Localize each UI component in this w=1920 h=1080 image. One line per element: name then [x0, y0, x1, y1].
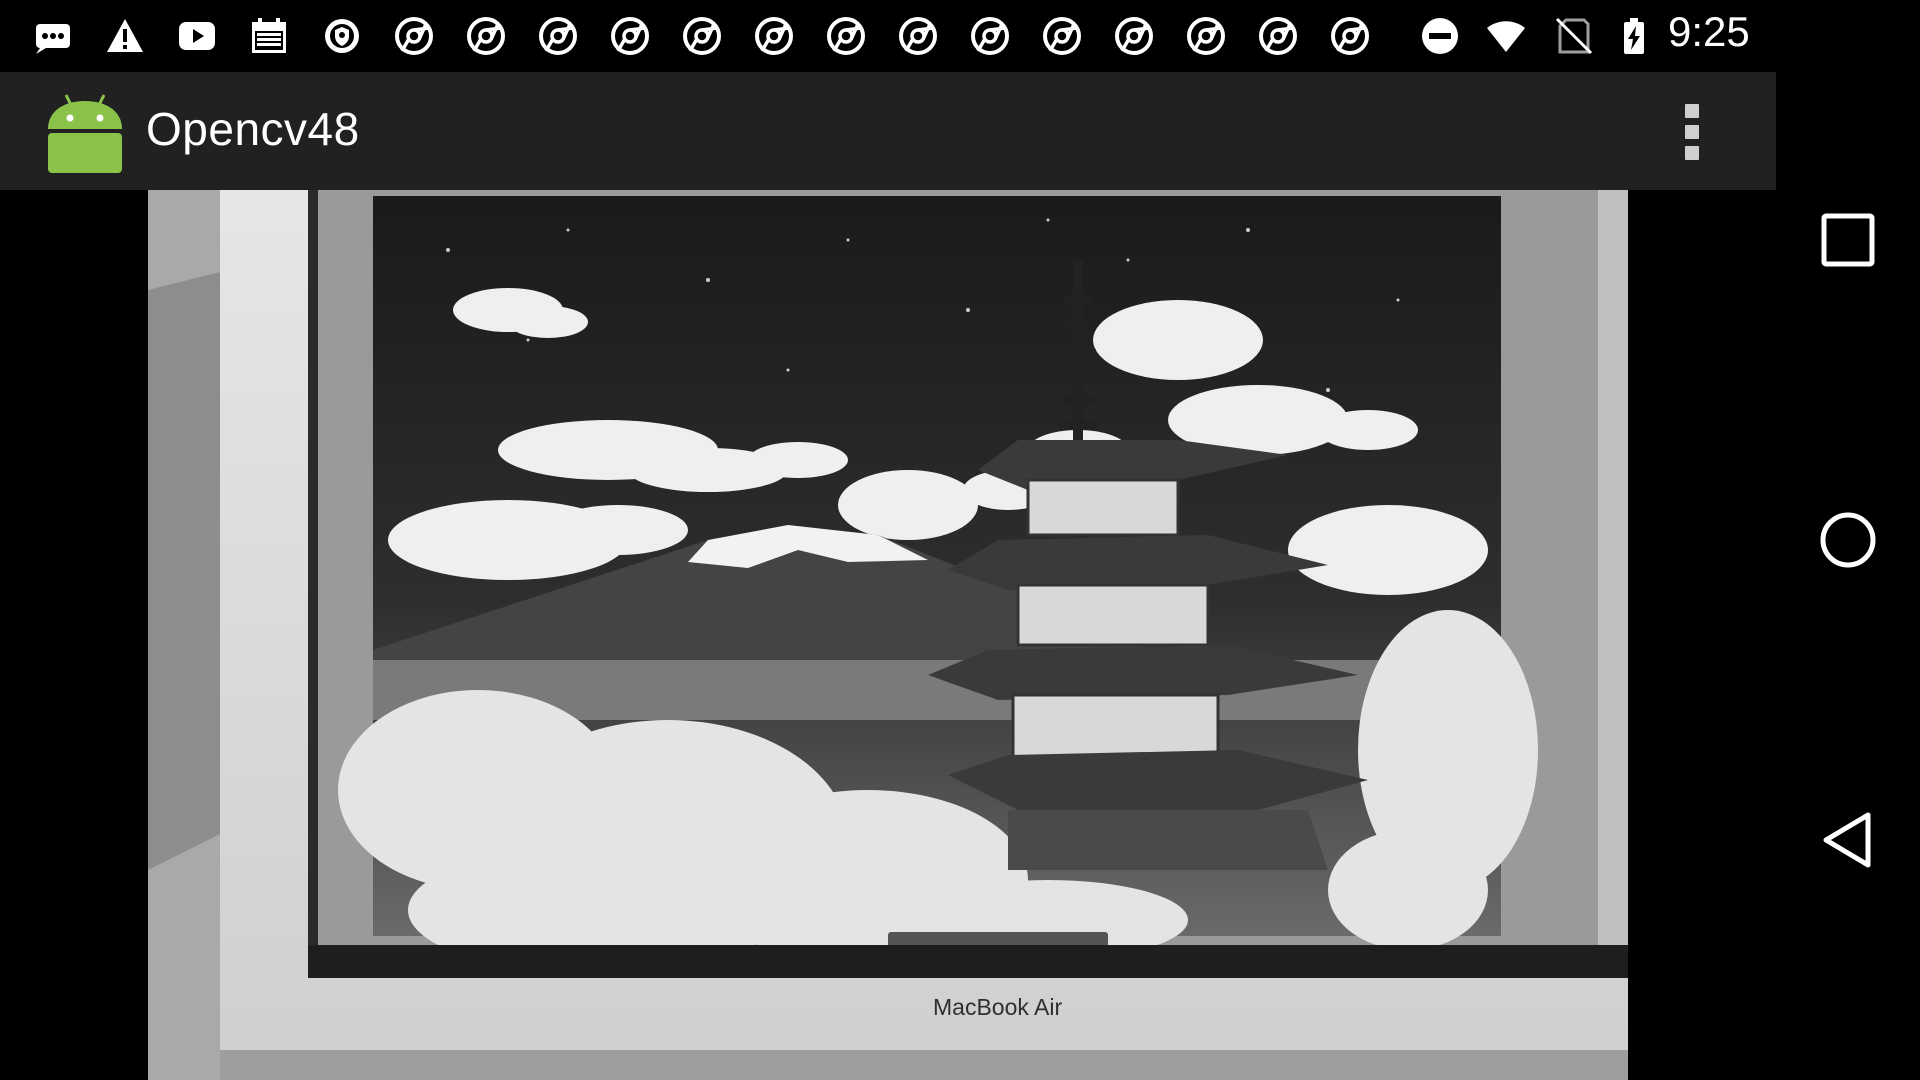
navigation-bar [1776, 0, 1920, 1080]
home-icon[interactable] [1804, 496, 1892, 584]
chrome-icon [752, 14, 796, 58]
chrome-icon [1112, 14, 1156, 58]
wifi-icon [1484, 14, 1528, 58]
laptop-label: MacBook Air [933, 994, 1063, 1020]
chrome-icon [896, 14, 940, 58]
youtube-icon [175, 14, 219, 58]
no-sim-icon [1552, 14, 1596, 58]
android-robot-icon [44, 89, 126, 173]
warning-icon [103, 14, 147, 58]
action-bar: Opencv48 [0, 72, 1776, 190]
camera-frame-image [148, 190, 1628, 1080]
calendar-icon [247, 14, 291, 58]
status-clock: 9:25 [1668, 8, 1750, 55]
chrome-icon [968, 14, 1012, 58]
chrome-icon [824, 14, 868, 58]
chrome-icon [464, 14, 508, 58]
status-bar: 9:25 [0, 0, 1776, 72]
recent-apps-icon[interactable] [1804, 196, 1892, 284]
vpn-shield-icon [320, 14, 364, 58]
chrome-icon [608, 14, 652, 58]
chrome-icon [1040, 14, 1084, 58]
battery-charging-icon [1612, 14, 1656, 58]
back-icon[interactable] [1804, 796, 1892, 884]
chrome-icon [1328, 14, 1372, 58]
do-not-disturb-icon [1418, 14, 1462, 58]
chrome-icon [392, 14, 436, 58]
more-notifications-icon [32, 14, 76, 58]
app-title: Opencv48 [146, 103, 360, 155]
camera-preview[interactable]: MacBook Air [148, 190, 1628, 1080]
chrome-icon [1184, 14, 1228, 58]
chrome-icon [536, 14, 580, 58]
chrome-icon [1256, 14, 1300, 58]
chrome-icon [680, 14, 724, 58]
overflow-menu-icon[interactable] [1672, 100, 1712, 164]
